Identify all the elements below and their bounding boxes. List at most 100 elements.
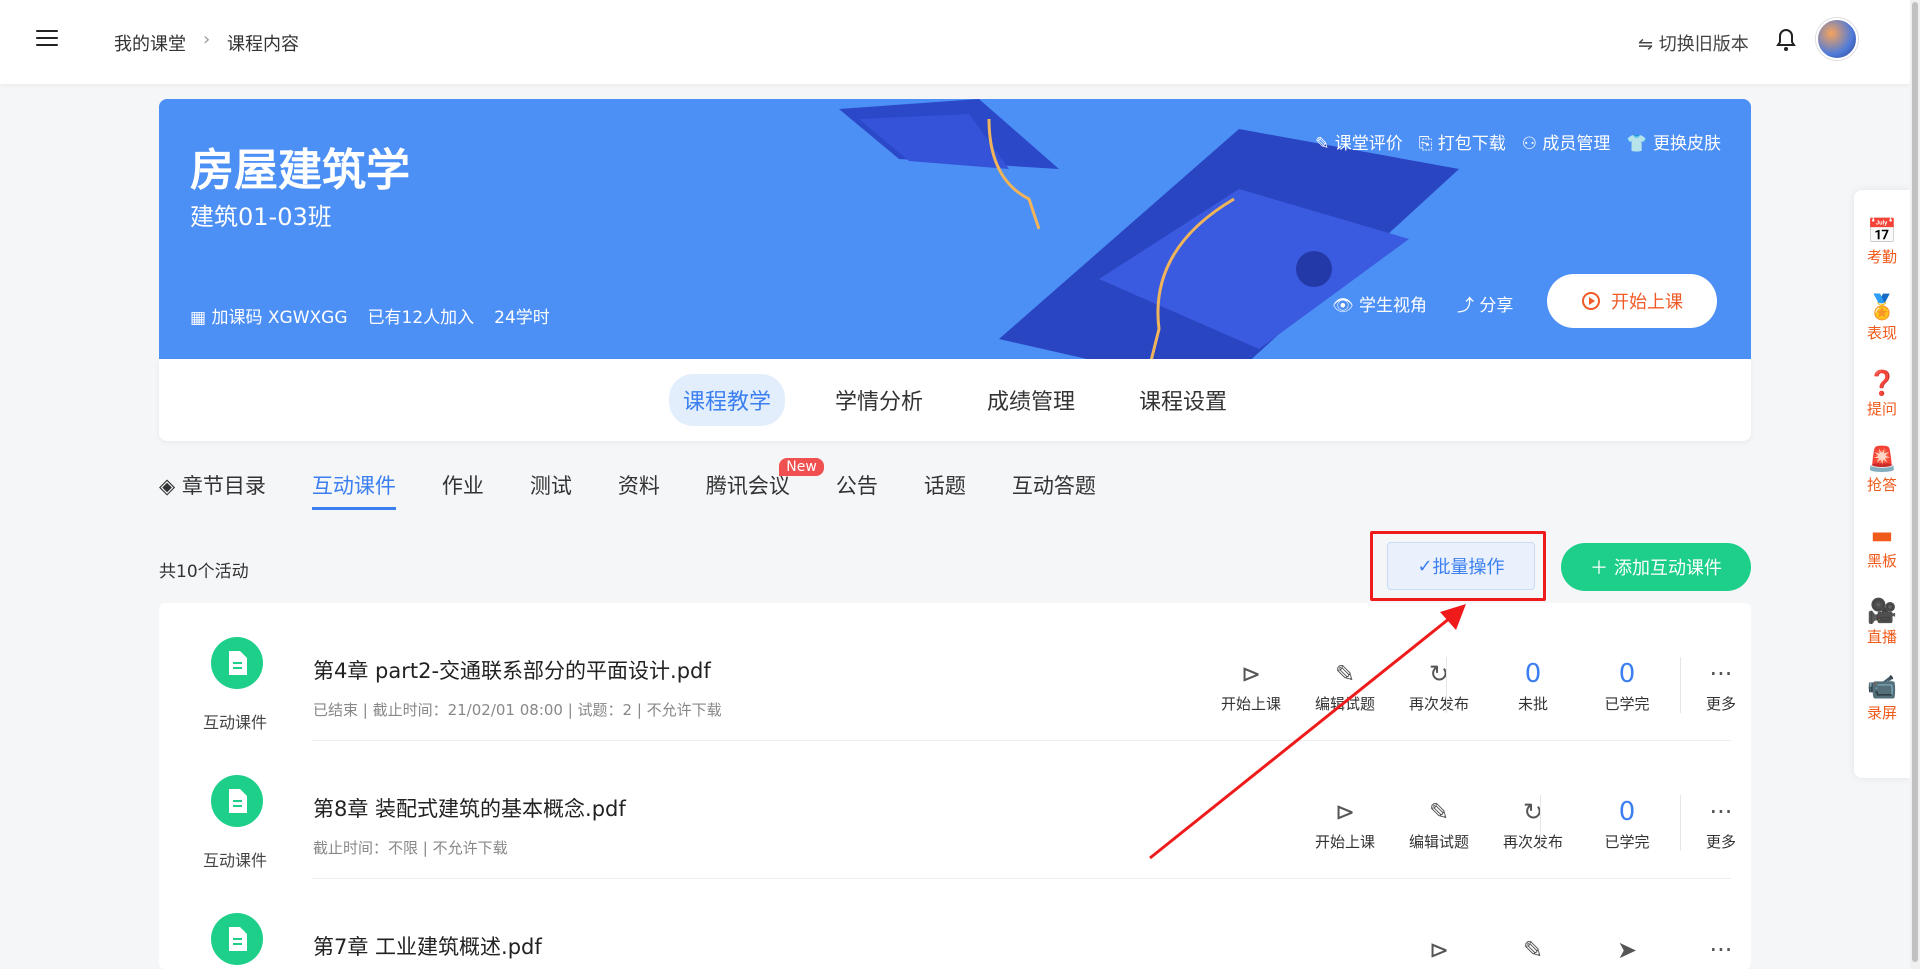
list-item[interactable]: 互动课件 第8章 装配式建筑的基本概念.pdf 截止时间：不限 | 不允许下载 … [159, 741, 1751, 879]
share-label: 分享 [1479, 296, 1514, 316]
subtab-test[interactable]: 测试 [530, 470, 572, 510]
scrollbar-thumb[interactable] [1912, 2, 1918, 962]
more-button[interactable]: ··· 更多 [1681, 659, 1751, 714]
courseware-title[interactable]: 第8章 装配式建筑的基本概念.pdf [313, 793, 626, 823]
joined-count: 已有12人加入 [367, 308, 475, 328]
start-class-button[interactable]: 开始上课 [1547, 274, 1717, 328]
side-label: 考勤 [1866, 248, 1897, 266]
layers-icon: ◈ [159, 474, 176, 498]
more-icon: ··· [1709, 936, 1733, 964]
add-courseware-label: 添加互动课件 [1614, 558, 1722, 579]
video-icon: 🎥 [1867, 597, 1897, 625]
subtab-interactive-courseware[interactable]: 互动课件 [311, 470, 396, 510]
action-label: 更多 [1705, 833, 1736, 851]
side-label: 表现 [1866, 324, 1897, 342]
bell-icon[interactable] [1775, 28, 1797, 58]
calendar-icon: 📅 [1867, 217, 1897, 245]
tab-grade-management[interactable]: 成绩管理 [973, 374, 1089, 426]
breadcrumb-course-content: 课程内容 [227, 34, 299, 55]
chevron-right-icon: › [203, 29, 211, 50]
courseware-meta: 已结束 | 截止时间：21/02/01 08:00 | 试题：2 | 不允许下载 [313, 701, 722, 719]
subtab-homework[interactable]: 作业 [442, 470, 484, 510]
banner-tools: ✎ 课堂评价 ⎘ 打包下载 ⚇ 成员管理 👕 更换皮肤 [1315, 129, 1721, 154]
more-button[interactable]: ··· 更多 [1681, 797, 1751, 852]
unreviewed-stat[interactable]: 0 未批 [1493, 659, 1573, 714]
publish-action[interactable]: ➤ [1587, 935, 1667, 969]
more-button[interactable]: ··· [1681, 935, 1751, 969]
type-label: 互动课件 [203, 851, 268, 870]
courseware-title[interactable]: 第4章 part2-交通联系部分的平面设计.pdf [313, 655, 711, 685]
main-tabs: 课程教学 学情分析 成绩管理 课程设置 [159, 359, 1751, 441]
change-skin-button[interactable]: 👕 更换皮肤 [1626, 129, 1721, 154]
qrcode-icon: ▦ [190, 308, 207, 328]
completed-stat[interactable]: 0 已学完 [1587, 797, 1667, 852]
list-item[interactable]: 第7章 工业建筑概述.pdf ⊳ ✎ ➤ ··· [159, 879, 1751, 969]
stat-label: 未批 [1517, 695, 1548, 713]
top-bar: 我的课堂 › 课程内容 ⇋ 切换旧版本 [0, 0, 1910, 84]
side-performance[interactable]: 🏅 表现 [1854, 292, 1910, 343]
more-icon: ··· [1709, 660, 1733, 688]
student-view-button[interactable]: 👁 学生视角 [1332, 291, 1427, 316]
republish-action[interactable]: ↻ 再次发布 [1493, 797, 1573, 852]
avatar[interactable] [1816, 18, 1858, 60]
side-label: 抢答 [1866, 476, 1897, 494]
course-review-label: 课堂评价 [1334, 134, 1403, 154]
new-badge: New [779, 458, 824, 476]
breadcrumb-my-classroom[interactable]: 我的课堂 [114, 30, 186, 56]
hamburger-menu-icon[interactable] [36, 30, 58, 48]
subtab-tencent-meeting-label: 腾讯会议 [705, 474, 790, 498]
tab-course-settings[interactable]: 课程设置 [1125, 374, 1241, 426]
activity-count: 共10个活动 [159, 562, 249, 582]
eye-icon: 👁 [1332, 296, 1354, 316]
scrollbar[interactable] [1910, 0, 1920, 969]
refresh-icon: ↻ [1522, 798, 1544, 826]
side-label: 黑板 [1866, 552, 1897, 570]
start-class-action[interactable]: ⊳ [1399, 935, 1479, 969]
share-icon: ⤴ [1457, 296, 1474, 316]
graduation-cap-illustration-large [999, 129, 1459, 359]
stat-label: 已学完 [1604, 833, 1650, 851]
stat-number: 0 [1524, 659, 1542, 689]
subtab-chapter-catalog-label: 章节目录 [181, 474, 266, 498]
pack-download-button[interactable]: ⎘ 打包下载 [1419, 129, 1506, 154]
course-review-button[interactable]: ✎ 课堂评价 [1315, 129, 1403, 154]
sub-tabs: ◈ 章节目录 互动课件 作业 测试 资料 腾讯会议 New 公告 话题 互动答题 [159, 458, 1142, 510]
subtab-interactive-quiz[interactable]: 互动答题 [1012, 470, 1096, 510]
side-attendance[interactable]: 📅 考勤 [1854, 216, 1910, 267]
subtab-materials[interactable]: 资料 [618, 470, 660, 510]
edit-questions-action[interactable]: ✎ [1493, 935, 1573, 969]
course-title: 房屋建筑学 [190, 145, 410, 196]
side-label: 提问 [1866, 400, 1897, 418]
subtab-chapter-catalog[interactable]: ◈ 章节目录 [159, 470, 266, 510]
side-live[interactable]: 🎥 直播 [1854, 596, 1910, 647]
course-hours: 24学时 [494, 308, 550, 328]
subtab-tencent-meeting[interactable]: 腾讯会议 New [705, 458, 824, 510]
courseware-title[interactable]: 第7章 工业建筑概述.pdf [313, 931, 542, 961]
subtab-announcement[interactable]: 公告 [836, 470, 878, 510]
member-management-button[interactable]: ⚇ 成员管理 [1522, 129, 1611, 154]
edit-icon: ✎ [1522, 936, 1544, 964]
annotation-arrow [1149, 604, 1466, 860]
list-item[interactable]: 互动课件 第4章 part2-交通联系部分的平面设计.pdf 已结束 | 截止时… [159, 603, 1751, 741]
share-button[interactable]: ⤴ 分享 [1457, 291, 1513, 316]
divider [1540, 795, 1541, 851]
join-code[interactable]: ▦ 加课码 XGWXGG [190, 303, 348, 328]
add-courseware-button[interactable]: ＋ 添加互动课件 [1561, 543, 1751, 591]
side-screen-record[interactable]: 📹 录屏 [1854, 672, 1910, 723]
more-icon: ··· [1709, 798, 1733, 826]
subtab-topics[interactable]: 话题 [924, 470, 966, 510]
tab-course-teaching[interactable]: 课程教学 [668, 374, 785, 426]
completed-stat[interactable]: 0 已学完 [1587, 659, 1667, 714]
course-banner: 房屋建筑学 建筑01-03班 ▦ 加课码 XGWXGG 已有12人加入 24学时… [159, 99, 1751, 359]
side-question[interactable]: ❓ 提问 [1854, 368, 1910, 419]
batch-operation-button[interactable]: ✓ 批量操作 [1387, 542, 1535, 590]
document-icon [211, 775, 263, 827]
side-quick-answer[interactable]: 🚨 抢答 [1854, 444, 1910, 495]
switch-old-version-link[interactable]: ⇋ 切换旧版本 [1638, 30, 1749, 56]
tab-learning-analysis[interactable]: 学情分析 [821, 374, 937, 426]
join-code-text: 加课码 XGWXGG [211, 308, 348, 328]
change-skin-label: 更换皮肤 [1653, 134, 1721, 154]
student-view-label: 学生视角 [1359, 296, 1427, 316]
side-blackboard[interactable]: ▬ 黑板 [1854, 520, 1910, 571]
stat-label: 已学完 [1604, 695, 1650, 713]
